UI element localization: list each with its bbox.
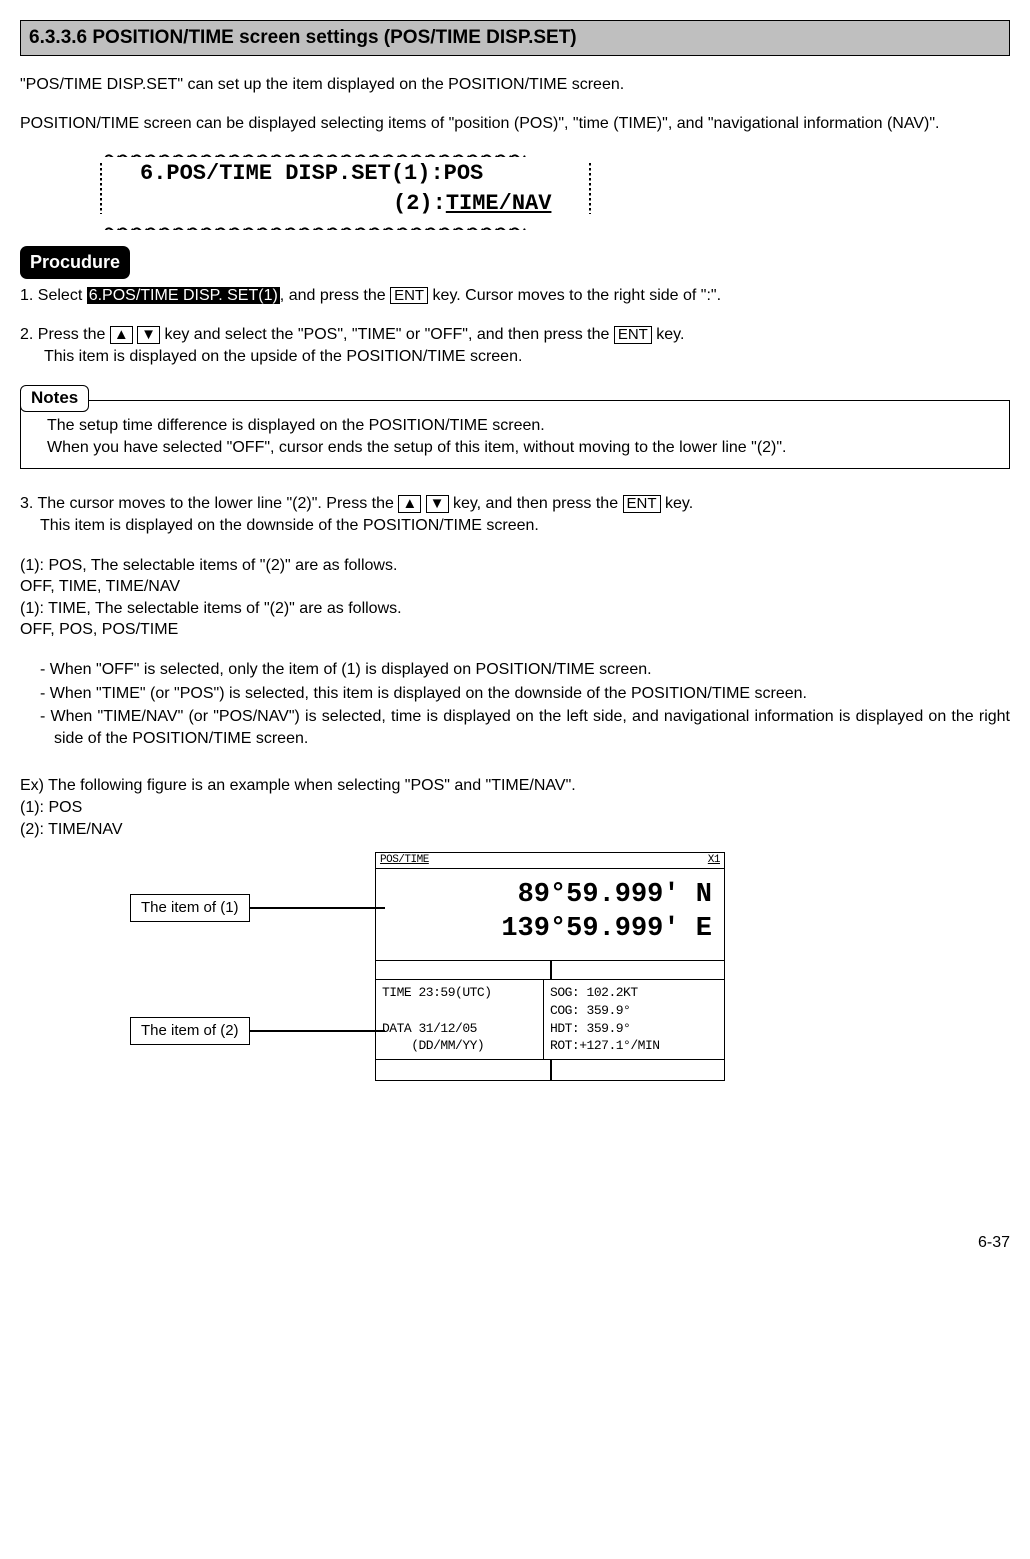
- ent-key: ENT: [614, 326, 652, 344]
- step1-highlight: 6.POS/TIME DISP. SET(1): [87, 287, 280, 304]
- screen-header: POS/TIME X1: [375, 852, 725, 869]
- screen-header-left: POS/TIME: [380, 853, 429, 868]
- ent-key: ENT: [623, 495, 661, 513]
- screen-position-box: 89°59.999' N 139°59.999' E: [375, 869, 725, 962]
- notes-line-2: When you have selected "OFF", cursor end…: [47, 437, 999, 459]
- ent-key: ENT: [390, 287, 428, 305]
- down-key: ▼: [426, 495, 449, 513]
- step1-mid: , and press the: [280, 287, 390, 304]
- screen-nav-left: TIME 23:59(UTC) DATA 31/12/05 (DD/MM/YY): [376, 980, 544, 1058]
- intro-p1: "POS/TIME DISP.SET" can set up the item …: [20, 74, 1010, 96]
- section-header: 6.3.3.6 POSITION/TIME screen settings (P…: [20, 20, 1010, 56]
- menu-line-2-prefix: (2):: [393, 191, 446, 216]
- step-1: 1. Select 6.POS/TIME DISP. SET(1), and p…: [20, 285, 1010, 307]
- screen-gap: [375, 961, 725, 979]
- callout-item-1: The item of (1): [130, 894, 250, 922]
- step3-sub: This item is displayed on the downside o…: [40, 515, 1010, 537]
- notes-section: Notes The setup time difference is displ…: [20, 385, 1010, 469]
- step3-prefix: 3. The cursor moves to the lower line "(…: [20, 495, 398, 512]
- step2-sub: This item is displayed on the upside of …: [44, 346, 1010, 368]
- step2-suffix: key.: [652, 326, 685, 343]
- example-block: Ex) The following figure is an example w…: [20, 775, 1010, 1152]
- dash-1: - When "OFF" is selected, only the item …: [54, 659, 1010, 681]
- procedure-badge: Procudure: [20, 246, 130, 278]
- sel-2a: (1): TIME, The selectable items of "(2)"…: [20, 598, 1010, 620]
- up-key: ▲: [110, 326, 133, 344]
- callout-item-2: The item of (2): [130, 1017, 250, 1045]
- menu-line-2: (2):TIME/NAV: [140, 189, 551, 219]
- screen-footer: [375, 1060, 725, 1081]
- device-screen: POS/TIME X1 89°59.999' N 139°59.999' E T…: [375, 852, 725, 1081]
- step1-suffix: key. Cursor moves to the right side of "…: [428, 287, 721, 304]
- example-intro: Ex) The following figure is an example w…: [20, 775, 1010, 797]
- screen-nav-box: TIME 23:59(UTC) DATA 31/12/05 (DD/MM/YY)…: [375, 979, 725, 1059]
- notes-label: Notes: [20, 385, 89, 412]
- sel-2b: OFF, POS, POS/TIME: [20, 619, 1010, 641]
- page-number: 6-37: [20, 1232, 1010, 1254]
- step-3: 3. The cursor moves to the lower line "(…: [20, 493, 1010, 749]
- screen-header-right: X1: [708, 853, 720, 868]
- step2-prefix: 2. Press the: [20, 326, 110, 343]
- dash-3: - When "TIME/NAV" (or "POS/NAV") is sele…: [54, 706, 1010, 749]
- menu-display: 〜〜〜〜〜〜〜〜〜〜〜〜〜〜〜〜〜〜〜〜〜〜〜〜〜〜〜〜〜〜 6.POS/TIM…: [100, 153, 591, 224]
- example-l2: (2): TIME/NAV: [20, 819, 1010, 841]
- screen-lon: 139°59.999' E: [388, 913, 712, 947]
- dash-2: - When "TIME" (or "POS") is selected, th…: [54, 683, 1010, 705]
- step2-mid: key and select the "POS", "TIME" or "OFF…: [160, 326, 614, 343]
- callout-line-2: [250, 1030, 385, 1032]
- dash-list: - When "OFF" is selected, only the item …: [20, 659, 1010, 749]
- callout-line-1: [250, 907, 385, 909]
- sel-1b: OFF, TIME, TIME/NAV: [20, 576, 1010, 598]
- up-key: ▲: [398, 495, 421, 513]
- example-diagram: The item of (1) The item of (2) POS/TIME…: [20, 852, 1010, 1152]
- step1-prefix: 1. Select: [20, 287, 87, 304]
- step-2: 2. Press the ▲ ▼ key and select the "POS…: [20, 324, 1010, 367]
- menu-line-2-value: TIME/NAV: [446, 191, 552, 216]
- notes-box: The setup time difference is displayed o…: [20, 400, 1010, 469]
- screen-nav-right: SOG: 102.2KT COG: 359.9° HDT: 359.9° ROT…: [544, 980, 724, 1058]
- menu-line-1: 6.POS/TIME DISP.SET(1):POS: [140, 159, 551, 189]
- notes-line-1: The setup time difference is displayed o…: [47, 415, 999, 437]
- step3-suffix: key.: [661, 495, 694, 512]
- down-key: ▼: [137, 326, 160, 344]
- wavy-border-top: 〜〜〜〜〜〜〜〜〜〜〜〜〜〜〜〜〜〜〜〜〜〜〜〜〜〜〜〜〜〜: [104, 147, 587, 157]
- intro-p2: POSITION/TIME screen can be displayed se…: [20, 113, 1010, 135]
- screen-lat: 89°59.999' N: [388, 879, 712, 913]
- sel-1a: (1): POS, The selectable items of "(2)" …: [20, 555, 1010, 577]
- step3-mid: key, and then press the: [449, 495, 623, 512]
- wavy-border-bottom: 〜〜〜〜〜〜〜〜〜〜〜〜〜〜〜〜〜〜〜〜〜〜〜〜〜〜〜〜〜〜: [104, 220, 587, 230]
- example-l1: (1): POS: [20, 797, 1010, 819]
- intro-block: "POS/TIME DISP.SET" can set up the item …: [20, 74, 1010, 135]
